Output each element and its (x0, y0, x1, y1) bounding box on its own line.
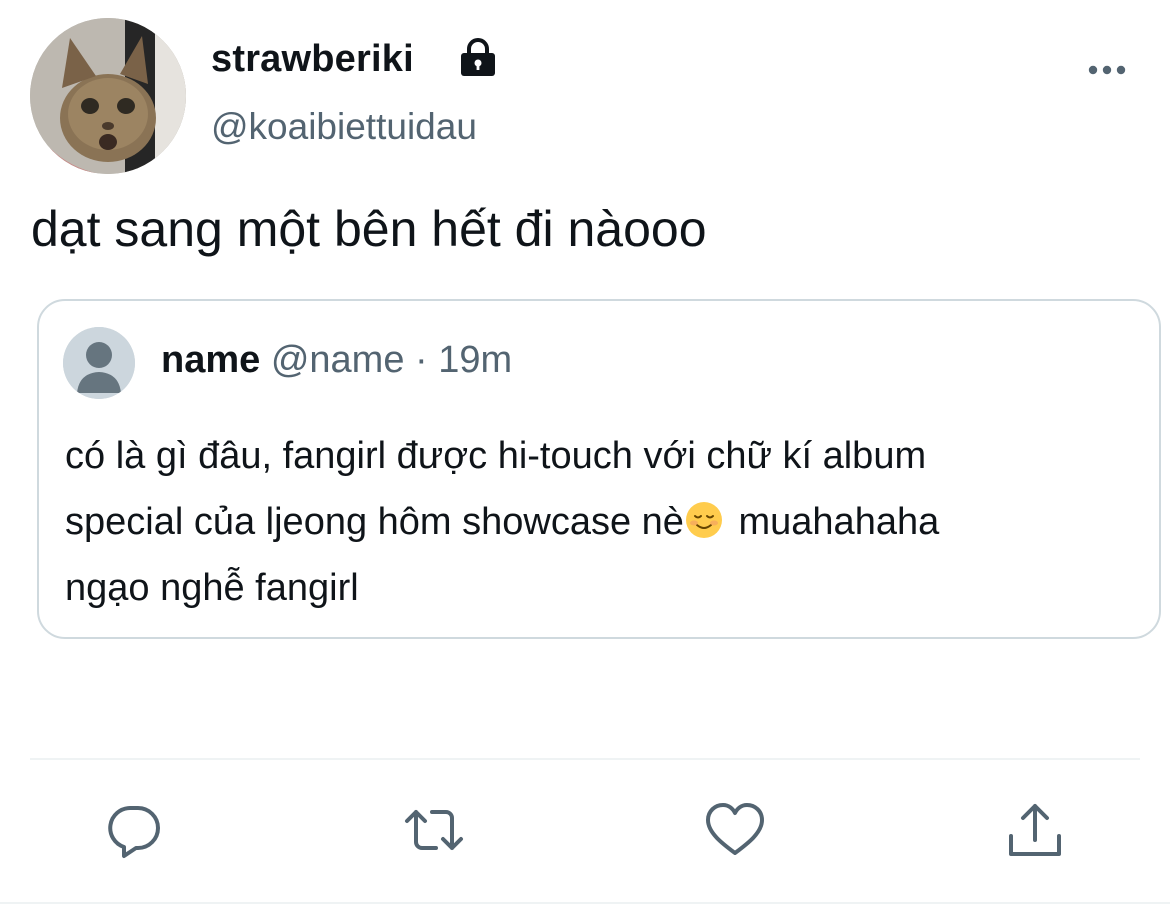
like-icon (706, 803, 764, 855)
cat-avatar-icon (30, 18, 186, 174)
quoted-text-line: special của ljeong hôm showcase nè muaha… (65, 489, 1145, 555)
quoted-author-name[interactable]: name (161, 339, 260, 381)
smiling-face-icon (685, 502, 722, 538)
author-avatar[interactable] (30, 18, 186, 174)
quoted-tweet-time[interactable]: 19m (438, 339, 512, 381)
quoted-text-line: ngạo nghễ fangirl (65, 567, 359, 609)
default-avatar-icon (63, 327, 135, 399)
quoted-author-handle: @name (270, 339, 405, 381)
separator-dot: · (415, 339, 428, 381)
share-button[interactable] (1003, 798, 1067, 862)
share-icon (1009, 804, 1061, 856)
author-display-name[interactable]: strawberiki (211, 38, 414, 81)
lock-icon (461, 38, 495, 76)
tweet-text: dạt sang một bên hết đi nàooo (31, 201, 707, 257)
quoted-tweet-text: có là gì đâu, fangirl được hi-touch với … (65, 423, 1145, 621)
more-options-icon[interactable] (1086, 58, 1128, 82)
quoted-text-segment: special của ljeong hôm showcase nè (65, 501, 684, 543)
quoted-text-segment: muahahaha (738, 501, 940, 543)
like-button[interactable] (703, 798, 767, 862)
divider (30, 758, 1140, 760)
retweet-button[interactable] (402, 798, 466, 862)
quoted-text-line: có là gì đâu, fangirl được hi-touch với … (65, 435, 927, 477)
quoted-tweet-card[interactable]: name @name · 19m có là gì đâu, fangirl đ… (37, 299, 1161, 639)
quoted-tweet-header: name @name · 19m (161, 339, 512, 382)
bottom-divider (0, 902, 1170, 904)
author-handle[interactable]: @koaibiettuidau (211, 106, 477, 148)
retweet-icon (405, 810, 463, 850)
tweet: strawberiki @koaibiettuidau dạt sang một… (0, 0, 1170, 908)
reply-icon (108, 806, 160, 858)
reply-button[interactable] (102, 798, 166, 862)
